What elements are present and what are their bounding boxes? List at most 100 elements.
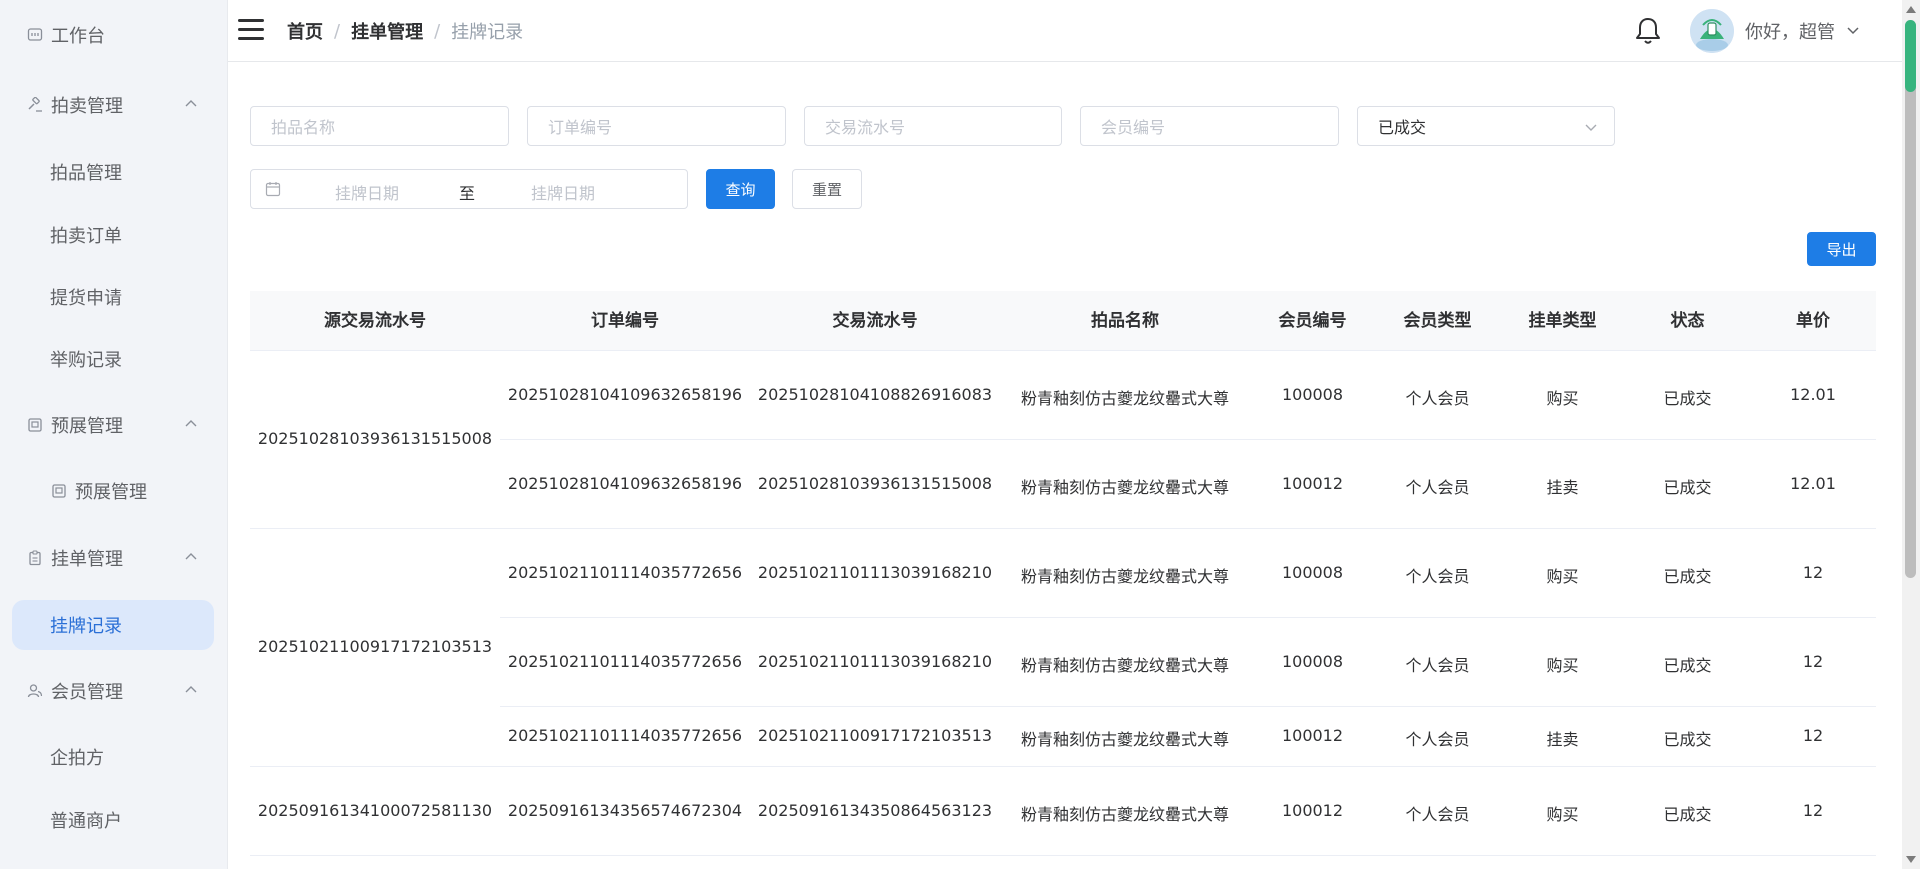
- item-name-cell: 粉青釉刻仿古夔龙纹罍式大尊: [1020, 804, 1229, 824]
- source-trade-no-cell: 20251021100917172103513: [257, 637, 493, 656]
- sidebar-item-label: 举购记录: [50, 350, 122, 371]
- sidebar-item-label: 预展管理: [75, 482, 147, 503]
- column-header: 会员编号: [1278, 311, 1347, 331]
- row-divider: [250, 528, 1876, 529]
- calendar-icon: [265, 182, 281, 197]
- item-name-cell: 粉青釉刻仿古夔龙纹罍式大尊: [1020, 477, 1229, 497]
- sidebar-item-label: 拍卖管理: [51, 96, 123, 117]
- column-header: 会员类型: [1403, 311, 1472, 331]
- breadcrumb-listing-management[interactable]: 挂单管理: [351, 18, 423, 44]
- member-type-cell: 个人会员: [1405, 730, 1470, 749]
- user-greeting[interactable]: 你好，超管: [1745, 18, 1835, 44]
- header: 首页 / 挂单管理 / 挂牌记录 你好，超管: [228, 0, 1902, 62]
- row-divider: [250, 855, 1876, 856]
- trade-no-cell: 20251028103936131515008: [757, 473, 993, 493]
- member-type-cell: 个人会员: [1405, 804, 1470, 824]
- date-start-input[interactable]: 挂牌日期: [335, 180, 399, 204]
- price-cell: 12.01: [1790, 473, 1836, 493]
- sidebar-item-preview-management-sub[interactable]: 预展管理: [0, 471, 228, 511]
- sidebar-item-preview-management[interactable]: 预展管理: [0, 405, 228, 445]
- trade-no-cell: 20251021100917172103513: [757, 726, 993, 745]
- order-no-cell: 20251021101114035772656: [507, 562, 743, 582]
- sidebar-item-lot-management[interactable]: 拍品管理: [0, 152, 228, 192]
- sidebar-item-listing-records[interactable]: 挂牌记录: [12, 600, 214, 650]
- sidebar-item-label: 预展管理: [51, 416, 123, 437]
- trade-no-input[interactable]: 交易流水号: [804, 106, 1062, 146]
- listing-type-cell: 购买: [1546, 804, 1579, 824]
- row-divider: [500, 439, 1876, 440]
- breadcrumb-home[interactable]: 首页: [287, 18, 323, 44]
- listing-type-cell: 购买: [1546, 388, 1579, 408]
- listing-type-cell: 挂卖: [1546, 477, 1579, 497]
- gavel-icon: [26, 96, 44, 114]
- avatar[interactable]: [1690, 9, 1734, 53]
- sidebar-item-member-management[interactable]: 会员管理: [0, 671, 228, 711]
- exhibition-icon: [26, 416, 44, 434]
- sidebar-item-label: 工作台: [51, 26, 105, 47]
- status-cell: 已成交: [1663, 388, 1712, 408]
- vertical-scrollbar[interactable]: [1902, 0, 1920, 869]
- listing-date-range-picker[interactable]: 挂牌日期 至 挂牌日期: [250, 169, 688, 209]
- item-name-cell: 粉青釉刻仿古夔龙纹罍式大尊: [1020, 655, 1229, 675]
- listing-type-cell: 购买: [1546, 655, 1579, 675]
- column-header: 拍品名称: [1091, 311, 1159, 331]
- price-cell: 12.01: [1790, 384, 1836, 404]
- status-cell: 已成交: [1663, 655, 1712, 675]
- sidebar-item-workbench[interactable]: 工作台: [0, 15, 228, 55]
- order-no-cell: 20251028104109632658196: [507, 384, 743, 404]
- sidebar-item-listing-management[interactable]: 挂单管理: [0, 538, 228, 578]
- column-header: 挂单类型: [1528, 311, 1597, 331]
- breadcrumb-current: 挂牌记录: [451, 22, 524, 43]
- status-cell: 已成交: [1663, 566, 1712, 586]
- order-no-cell: 20251021101114035772656: [507, 651, 743, 671]
- order-no-cell: 20251021101114035772656: [507, 726, 743, 745]
- sidebar-item-auction-orders[interactable]: 拍卖订单: [0, 215, 228, 255]
- price-cell: 12: [1802, 562, 1824, 582]
- order-no-cell: 20250916134356574672304: [507, 800, 743, 820]
- bell-icon[interactable]: [1634, 16, 1662, 46]
- member-no-cell: 100012: [1281, 473, 1344, 493]
- reset-button[interactable]: 重置: [792, 169, 862, 209]
- trade-no-cell: 20251021101113039168210: [757, 651, 993, 671]
- scrollbar-thumb[interactable]: [1905, 20, 1916, 578]
- member-type-cell: 个人会员: [1405, 477, 1470, 497]
- order-no-input[interactable]: 订单编号: [527, 106, 786, 146]
- member-no-cell: 100012: [1281, 800, 1344, 820]
- sidebar-item-label: 挂牌记录: [50, 616, 122, 637]
- date-range-separator: 至: [459, 184, 476, 203]
- source-trade-no-cell: 20250916134100072581130: [257, 800, 493, 820]
- member-no-input[interactable]: 会员编号: [1080, 106, 1339, 146]
- member-no-cell: 100008: [1281, 651, 1344, 671]
- column-header: 交易流水号: [832, 311, 918, 331]
- sidebar: 工作台 拍卖管理 拍品管理 拍卖订单 提货申请 举购记录 预展管理 预展管理 挂…: [0, 0, 228, 869]
- status-cell: 已成交: [1663, 477, 1712, 497]
- export-button[interactable]: 导出: [1807, 232, 1876, 266]
- query-button[interactable]: 查询: [706, 169, 775, 209]
- row-divider: [500, 706, 1876, 707]
- member-type-cell: 个人会员: [1405, 655, 1470, 675]
- item-name-cell: 粉青釉刻仿古夔龙纹罍式大尊: [1020, 388, 1229, 408]
- sidebar-item-label: 拍品管理: [50, 163, 122, 184]
- sidebar-item-purchase-records[interactable]: 举购记录: [0, 339, 228, 379]
- row-divider: [250, 766, 1876, 767]
- status-select[interactable]: 已成交: [1357, 106, 1615, 146]
- member-no-cell: 100012: [1281, 726, 1344, 745]
- column-header: 状态: [1670, 311, 1705, 331]
- sidebar-item-enterprise-auctioneers[interactable]: 企拍方: [0, 737, 228, 777]
- scroll-down-arrow-icon[interactable]: [1906, 856, 1916, 863]
- member-type-cell: 个人会员: [1405, 566, 1470, 586]
- sidebar-item-pickup-requests[interactable]: 提货申请: [0, 277, 228, 317]
- date-end-input[interactable]: 挂牌日期: [531, 180, 595, 204]
- scroll-up-arrow-icon[interactable]: [1906, 6, 1916, 13]
- menu-toggle-icon[interactable]: [238, 19, 264, 41]
- chevron-up-icon: [185, 553, 197, 560]
- sidebar-item-label: 会员管理: [51, 682, 123, 703]
- item-name-input[interactable]: 拍品名称: [250, 106, 509, 146]
- chevron-down-icon: [1585, 124, 1597, 131]
- chevron-down-icon[interactable]: [1846, 23, 1860, 37]
- breadcrumb-separator: /: [434, 20, 441, 42]
- sidebar-item-regular-merchants[interactable]: 普通商户: [0, 800, 228, 840]
- listing-type-cell: 购买: [1546, 566, 1579, 586]
- sidebar-item-label: 企拍方: [50, 748, 104, 769]
- sidebar-item-auction-management[interactable]: 拍卖管理: [0, 85, 228, 125]
